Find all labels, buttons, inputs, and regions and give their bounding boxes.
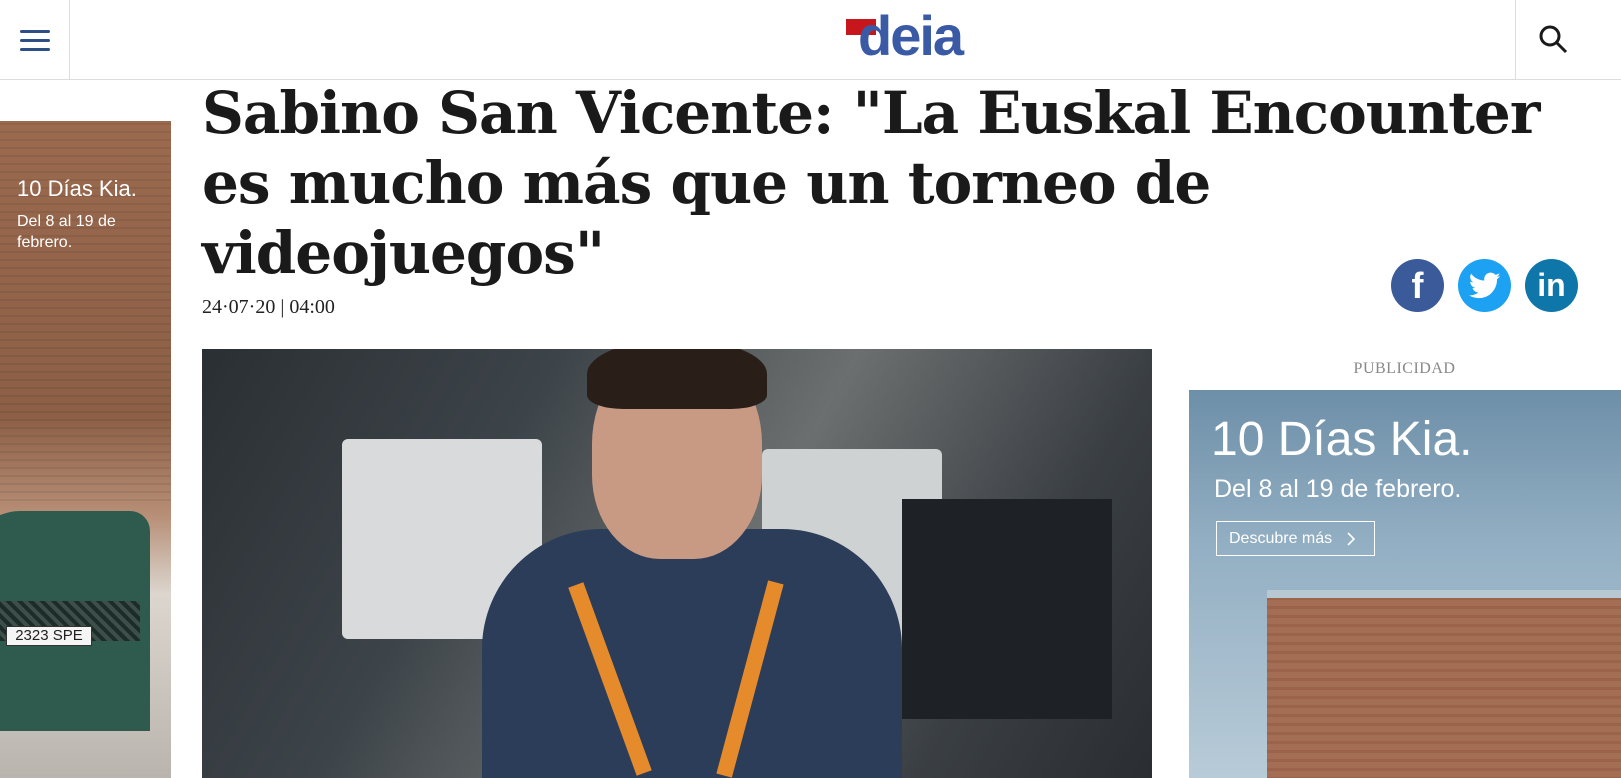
search-icon[interactable]	[1515, 0, 1621, 80]
left-ad-title: 10 Días Kia.	[17, 176, 137, 201]
hamburger-menu-icon[interactable]	[0, 0, 70, 80]
facebook-icon: f	[1411, 264, 1424, 306]
article-date: 24·07·20 | 04:00	[202, 296, 335, 318]
facebook-share-icon[interactable]: f	[1391, 259, 1444, 312]
twitter-share-icon[interactable]	[1458, 259, 1511, 312]
license-plate: 2323 SPE	[6, 626, 92, 646]
right-ad-subtitle: Del 8 al 19 de febrero.	[1214, 475, 1462, 503]
site-logo[interactable]: deia	[846, 8, 996, 66]
building-image	[1267, 598, 1621, 778]
right-ad-title: 10 Días Kia.	[1211, 413, 1473, 466]
car-image: 2323 SPE	[0, 511, 150, 731]
right-banner-ad[interactable]: 10 Días Kia. Del 8 al 19 de febrero. Des…	[1189, 390, 1621, 778]
linkedin-share-icon[interactable]: in	[1525, 259, 1578, 312]
share-buttons: f in	[1391, 259, 1578, 312]
twitter-bird-icon	[1468, 272, 1500, 298]
linkedin-icon: in	[1537, 267, 1566, 303]
advertising-label: PUBLICIDAD	[1353, 360, 1456, 377]
article-headline: Sabino San Vicente: "La Euskal Encounter…	[202, 79, 1540, 287]
cta-label: Descubre más	[1229, 529, 1333, 547]
left-ad-subtitle: Del 8 al 19 de febrero.	[17, 213, 116, 251]
discover-more-button[interactable]: Descubre más	[1216, 521, 1375, 556]
article-hero-image[interactable]	[202, 349, 1152, 778]
left-skyscraper-ad[interactable]: 10 Días Kia. Del 8 al 19 de febrero. 232…	[0, 121, 171, 778]
logo-text: deia	[858, 4, 964, 67]
site-header: deia	[0, 0, 1621, 80]
chevron-right-icon	[1347, 531, 1356, 546]
